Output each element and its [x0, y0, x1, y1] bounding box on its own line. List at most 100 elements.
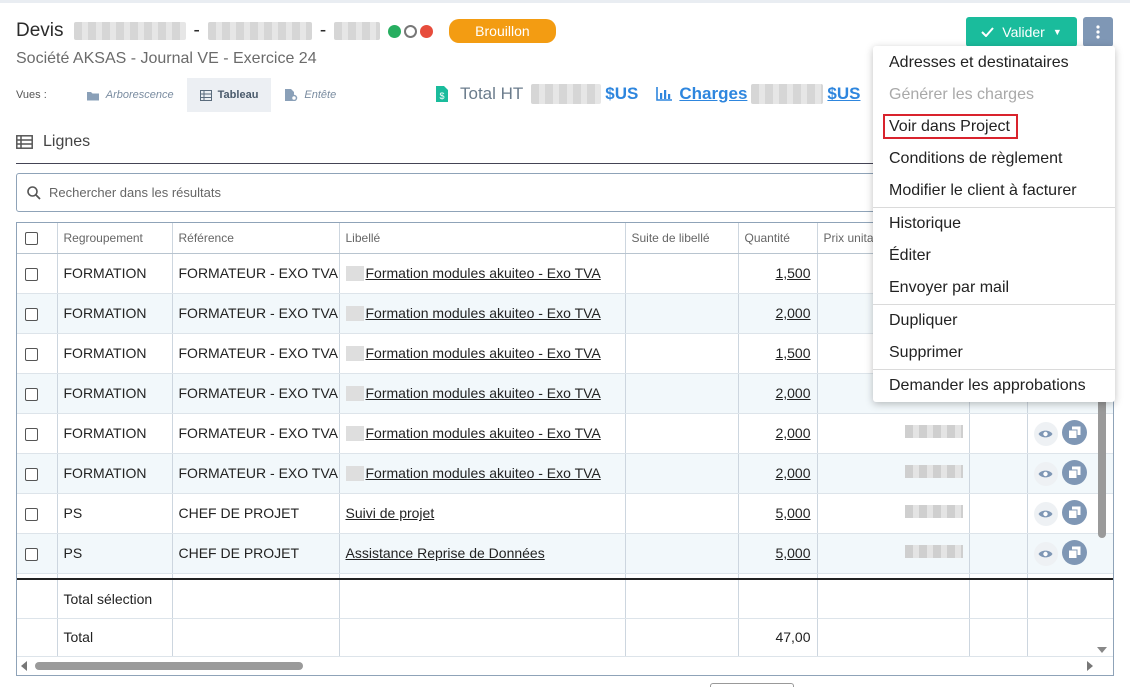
menu-item-conditions-reglement[interactable]: Conditions de règlement [873, 143, 1115, 175]
libelle-link[interactable]: Suivi de projet [346, 505, 435, 521]
cell-libelle[interactable]: Formation modules akuiteo - Exo TVA [339, 413, 626, 454]
table-row[interactable]: FORMATION FORMATEUR - EXO TVA Formation … [17, 413, 1113, 454]
quantite-value[interactable]: 2,000 [775, 465, 810, 481]
menu-item-supprimer[interactable]: Supprimer [873, 337, 1115, 369]
row-select-cell[interactable] [17, 253, 58, 294]
cell-suite [625, 493, 739, 534]
redacted-thumb [345, 306, 364, 322]
view-button[interactable] [1033, 542, 1058, 566]
libelle-link[interactable]: Formation modules akuiteo - Exo TVA [366, 465, 601, 481]
row-checkbox[interactable] [25, 427, 38, 441]
libelle-link[interactable]: Formation modules akuiteo - Exo TVA [366, 425, 601, 441]
cell-quantite[interactable]: 1,500 [738, 253, 818, 294]
cell-quantite[interactable]: 5,000 [738, 493, 818, 534]
libelle-link[interactable]: Formation modules akuiteo - Exo TVA [366, 385, 601, 401]
scroll-right-arrow[interactable] [1087, 661, 1093, 671]
row-checkbox[interactable] [25, 347, 38, 361]
view-button[interactable] [1033, 502, 1058, 526]
menu-item-envoyer-mail[interactable]: Envoyer par mail [873, 272, 1115, 304]
column-header[interactable]: Suite de libellé [625, 223, 739, 254]
cell-libelle[interactable]: Formation modules akuiteo - Exo TVA [339, 453, 626, 494]
view-arborescence-button[interactable]: Arborescence [73, 78, 187, 112]
column-header[interactable]: Libellé [339, 223, 626, 254]
cell-libelle[interactable]: Formation modules akuiteo - Exo TVA [339, 253, 626, 294]
view-entete-button[interactable]: Entête [271, 78, 349, 112]
cell-quantite[interactable]: 1,500 [738, 333, 818, 374]
duplicate-line-button[interactable] [1061, 420, 1087, 445]
row-select-cell[interactable] [17, 493, 58, 534]
row-select-cell[interactable] [17, 533, 58, 574]
view-button[interactable] [1033, 462, 1058, 486]
menu-item-dupliquer[interactable]: Dupliquer [873, 305, 1115, 337]
view-tableau-button[interactable]: Tableau [186, 78, 272, 112]
menu-item-editer[interactable]: Éditer [873, 240, 1115, 272]
cell-libelle[interactable]: Suivi de projet [339, 493, 626, 534]
cell-quantite[interactable]: 2,000 [738, 413, 818, 454]
quantite-value[interactable]: 2,000 [775, 385, 810, 401]
table-row[interactable]: PS CHEF DE PROJET Suivi de projet 5,000 [17, 493, 1113, 534]
row-select-cell[interactable] [17, 373, 58, 414]
libelle-link[interactable]: Formation modules akuiteo - Exo TVA [366, 305, 601, 321]
charges-link[interactable]: Charges $US [656, 84, 860, 104]
quantite-value[interactable]: 1,500 [775, 265, 810, 281]
redacted-price [904, 465, 963, 478]
charges-label[interactable]: Charges [679, 84, 747, 104]
libelle-link[interactable]: Assistance Reprise de Données [346, 545, 545, 561]
redacted-thumb [345, 266, 364, 282]
quantite-value[interactable]: 5,000 [775, 505, 810, 521]
cell-quantite[interactable]: 2,000 [738, 453, 818, 494]
view-button[interactable] [1033, 422, 1058, 446]
more-actions-button[interactable] [1083, 17, 1113, 47]
row-checkbox[interactable] [25, 307, 38, 321]
cell-libelle[interactable]: Formation modules akuiteo - Exo TVA [339, 373, 626, 414]
cell-libelle[interactable]: Assistance Reprise de Données [339, 533, 626, 574]
row-checkbox[interactable] [25, 467, 38, 481]
menu-item-modifier-client[interactable]: Modifier le client à facturer [873, 175, 1115, 207]
cell-quantite[interactable]: 2,000 [738, 373, 818, 414]
cell-reference: FORMATEUR - EXO TVA [172, 453, 340, 494]
row-select-cell[interactable] [17, 413, 58, 454]
quantite-value[interactable]: 1,500 [775, 345, 810, 361]
more-actions-menu: Adresses et destinataires Générer les ch… [873, 46, 1115, 402]
row-checkbox[interactable] [25, 547, 38, 561]
valider-button[interactable]: Valider ▼ [966, 17, 1077, 47]
column-header[interactable]: Regroupement [57, 223, 173, 254]
quantite-value[interactable]: 2,000 [775, 425, 810, 441]
duplicate-line-button[interactable] [1061, 540, 1087, 565]
horizontal-scrollbar[interactable] [17, 658, 1095, 674]
scroll-down-arrow[interactable] [1097, 647, 1107, 653]
libelle-link[interactable]: Formation modules akuiteo - Exo TVA [366, 265, 601, 281]
duplicate-line-button[interactable] [1061, 460, 1087, 485]
row-select-cell[interactable] [17, 293, 58, 334]
row-checkbox[interactable] [25, 507, 38, 521]
menu-item-voir-project[interactable]: Voir dans Project [873, 111, 1115, 143]
cell-reference: FORMATEUR - EXO TVA [172, 413, 340, 454]
scroll-left-arrow[interactable] [21, 661, 27, 671]
cell-libelle[interactable]: Formation modules akuiteo - Exo TVA [339, 293, 626, 334]
select-all-checkbox[interactable] [25, 231, 38, 245]
vertical-scroll-thumb[interactable] [1098, 393, 1106, 538]
cell-quantite[interactable]: 2,000 [738, 293, 818, 334]
select-all-cell[interactable] [17, 223, 58, 254]
table-row[interactable]: FORMATION FORMATEUR - EXO TVA Formation … [17, 453, 1113, 494]
row-select-cell[interactable] [17, 333, 58, 374]
menu-item-adresses[interactable]: Adresses et destinataires [873, 47, 1115, 79]
cell-quantite[interactable]: 5,000 [738, 533, 818, 574]
row-select-cell[interactable] [17, 453, 58, 494]
quantite-value[interactable]: 5,000 [775, 545, 810, 561]
cell-extra [969, 413, 1028, 454]
menu-item-voir-project-label[interactable]: Voir dans Project [883, 114, 1018, 139]
horizontal-scroll-thumb[interactable] [35, 662, 303, 670]
row-checkbox[interactable] [25, 387, 38, 401]
quantite-value[interactable]: 2,000 [775, 305, 810, 321]
cell-libelle[interactable]: Formation modules akuiteo - Exo TVA [339, 333, 626, 374]
libelle-link[interactable]: Formation modules akuiteo - Exo TVA [366, 345, 601, 361]
redacted-thumb [345, 386, 364, 402]
column-header[interactable]: Quantité [738, 223, 818, 254]
column-header[interactable]: Référence [172, 223, 340, 254]
menu-item-historique[interactable]: Historique [873, 208, 1115, 240]
row-checkbox[interactable] [25, 267, 38, 281]
table-row[interactable]: PS CHEF DE PROJET Assistance Reprise de … [17, 533, 1113, 574]
menu-item-demander-approbations[interactable]: Demander les approbations [873, 370, 1115, 402]
duplicate-line-button[interactable] [1061, 500, 1087, 525]
